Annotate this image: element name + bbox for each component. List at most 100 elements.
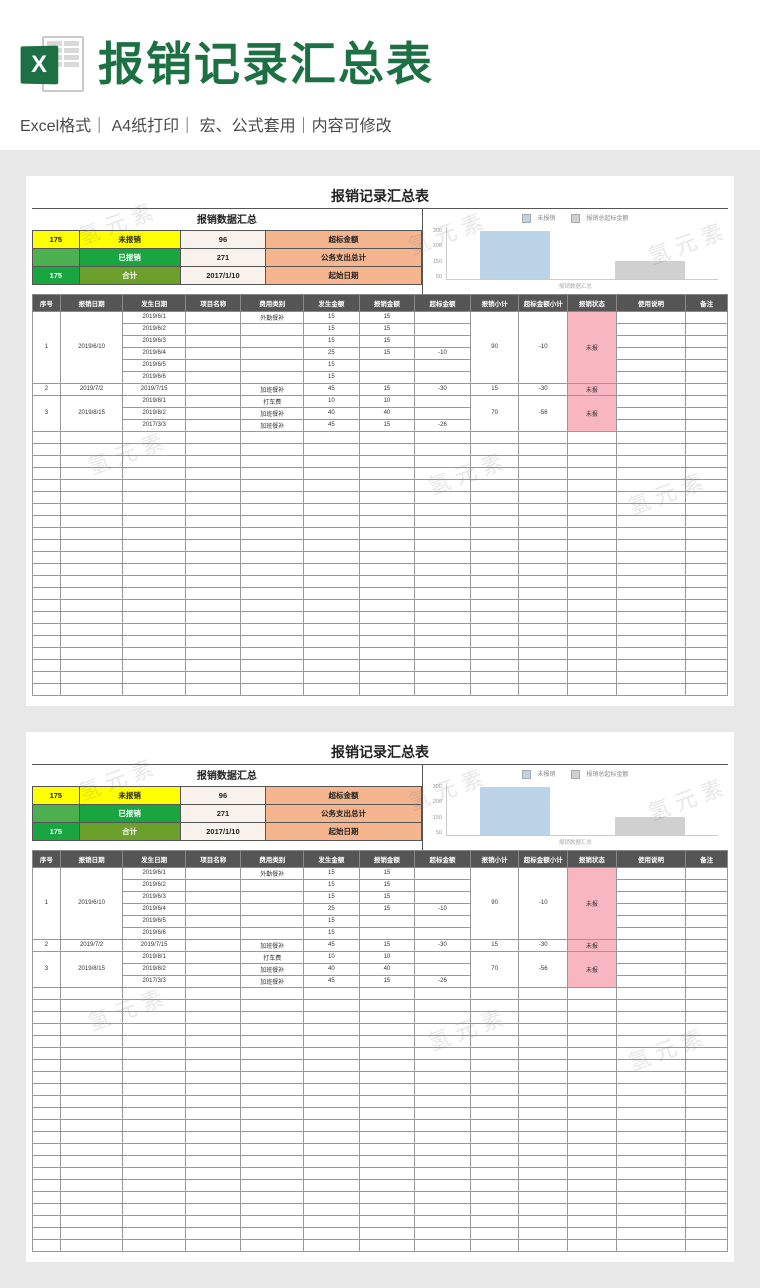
table-cell bbox=[123, 479, 186, 491]
table-cell: 2019/6/5 bbox=[123, 915, 186, 927]
table-cell bbox=[616, 915, 686, 927]
table-row: 2019/6/31515 bbox=[33, 335, 728, 347]
table-cell bbox=[616, 311, 686, 323]
table-cell bbox=[304, 1023, 360, 1035]
table-cell bbox=[60, 671, 123, 683]
table-cell bbox=[185, 879, 241, 891]
column-header: 报销金额 bbox=[359, 294, 415, 311]
table-cell bbox=[185, 975, 241, 987]
table-cell bbox=[123, 599, 186, 611]
table-cell bbox=[686, 419, 728, 431]
table-cell bbox=[616, 1227, 686, 1239]
table-cell bbox=[33, 647, 61, 659]
table-cell bbox=[359, 563, 415, 575]
table-cell bbox=[415, 891, 471, 903]
table-cell bbox=[519, 1011, 568, 1023]
table-cell bbox=[470, 1023, 519, 1035]
table-cell bbox=[686, 1203, 728, 1215]
table-cell bbox=[519, 1179, 568, 1191]
table-cell bbox=[60, 1215, 123, 1227]
table-cell bbox=[519, 1059, 568, 1071]
table-cell: 15 bbox=[359, 867, 415, 879]
table-cell bbox=[241, 335, 304, 347]
table-cell bbox=[185, 1239, 241, 1251]
table-cell: -26 bbox=[415, 975, 471, 987]
table-cell bbox=[33, 1155, 61, 1167]
table-cell bbox=[185, 1167, 241, 1179]
table-cell bbox=[415, 1095, 471, 1107]
table-cell bbox=[616, 683, 686, 695]
table-cell bbox=[568, 1071, 617, 1083]
table-cell bbox=[185, 323, 241, 335]
table-row: 2019/6/21515 bbox=[33, 879, 728, 891]
table-cell bbox=[185, 1155, 241, 1167]
y-tick: 200 bbox=[433, 243, 442, 249]
table-cell bbox=[616, 1203, 686, 1215]
table-cell bbox=[60, 1131, 123, 1143]
table-cell bbox=[616, 1179, 686, 1191]
table-cell bbox=[616, 503, 686, 515]
column-header: 费用类别 bbox=[241, 294, 304, 311]
table-cell: 40 bbox=[304, 407, 360, 419]
table-cell bbox=[359, 659, 415, 671]
table-cell bbox=[33, 1239, 61, 1251]
table-cell bbox=[60, 479, 123, 491]
table-cell bbox=[304, 1035, 360, 1047]
table-cell bbox=[616, 1023, 686, 1035]
table-cell bbox=[123, 1047, 186, 1059]
summary-cell: 271 bbox=[180, 804, 266, 822]
table-cell: 15 bbox=[304, 879, 360, 891]
table-cell bbox=[470, 683, 519, 695]
table-cell bbox=[686, 467, 728, 479]
summary-cell: 175 bbox=[33, 822, 80, 840]
table-cell bbox=[470, 599, 519, 611]
column-header: 项目名称 bbox=[185, 850, 241, 867]
table-cell bbox=[470, 623, 519, 635]
table-cell bbox=[359, 491, 415, 503]
table-cell bbox=[415, 915, 471, 927]
table-cell: 15 bbox=[304, 335, 360, 347]
table-cell bbox=[60, 1035, 123, 1047]
page-subtitle: Excel格式｜ A4纸打印｜ 宏、公式套用｜内容可修改 bbox=[20, 112, 740, 136]
table-cell bbox=[241, 915, 304, 927]
table-row: 12019/6/102019/6/1外勤餐补151590-10未报 bbox=[33, 311, 728, 323]
table-cell: 2019/6/5 bbox=[123, 359, 186, 371]
table-cell bbox=[359, 599, 415, 611]
table-cell bbox=[616, 867, 686, 879]
table-cell bbox=[33, 1095, 61, 1107]
table-cell bbox=[33, 659, 61, 671]
sheet-title: 报销记录汇总表 bbox=[32, 184, 728, 208]
column-header: 发生日期 bbox=[123, 294, 186, 311]
table-cell bbox=[241, 1179, 304, 1191]
table-cell bbox=[304, 671, 360, 683]
table-row bbox=[33, 999, 728, 1011]
table-cell bbox=[33, 635, 61, 647]
table-cell bbox=[415, 443, 471, 455]
y-tick: 200 bbox=[433, 799, 442, 805]
table-cell bbox=[616, 1131, 686, 1143]
table-cell bbox=[185, 867, 241, 879]
column-header: 备注 bbox=[686, 294, 728, 311]
table-cell bbox=[33, 1047, 61, 1059]
table-cell bbox=[415, 503, 471, 515]
table-cell bbox=[241, 1011, 304, 1023]
table-cell bbox=[185, 1095, 241, 1107]
table-cell: 3 bbox=[33, 395, 61, 431]
table-cell bbox=[33, 563, 61, 575]
table-row: 2019/6/31515 bbox=[33, 891, 728, 903]
table-cell bbox=[686, 659, 728, 671]
table-cell bbox=[616, 371, 686, 383]
table-cell bbox=[123, 563, 186, 575]
table-cell bbox=[470, 1131, 519, 1143]
table-cell bbox=[415, 1191, 471, 1203]
table-cell bbox=[415, 611, 471, 623]
table-cell bbox=[304, 1239, 360, 1251]
summary-table: 175未报销96超标金额已报销271公务支出总计175合计2017/1/10起始… bbox=[32, 230, 422, 285]
table-cell: 2019/6/4 bbox=[123, 347, 186, 359]
table-cell bbox=[686, 599, 728, 611]
table-cell bbox=[185, 371, 241, 383]
table-cell bbox=[60, 987, 123, 999]
table-cell: 打车费 bbox=[241, 951, 304, 963]
table-cell bbox=[568, 575, 617, 587]
table-cell: 15 bbox=[359, 311, 415, 323]
